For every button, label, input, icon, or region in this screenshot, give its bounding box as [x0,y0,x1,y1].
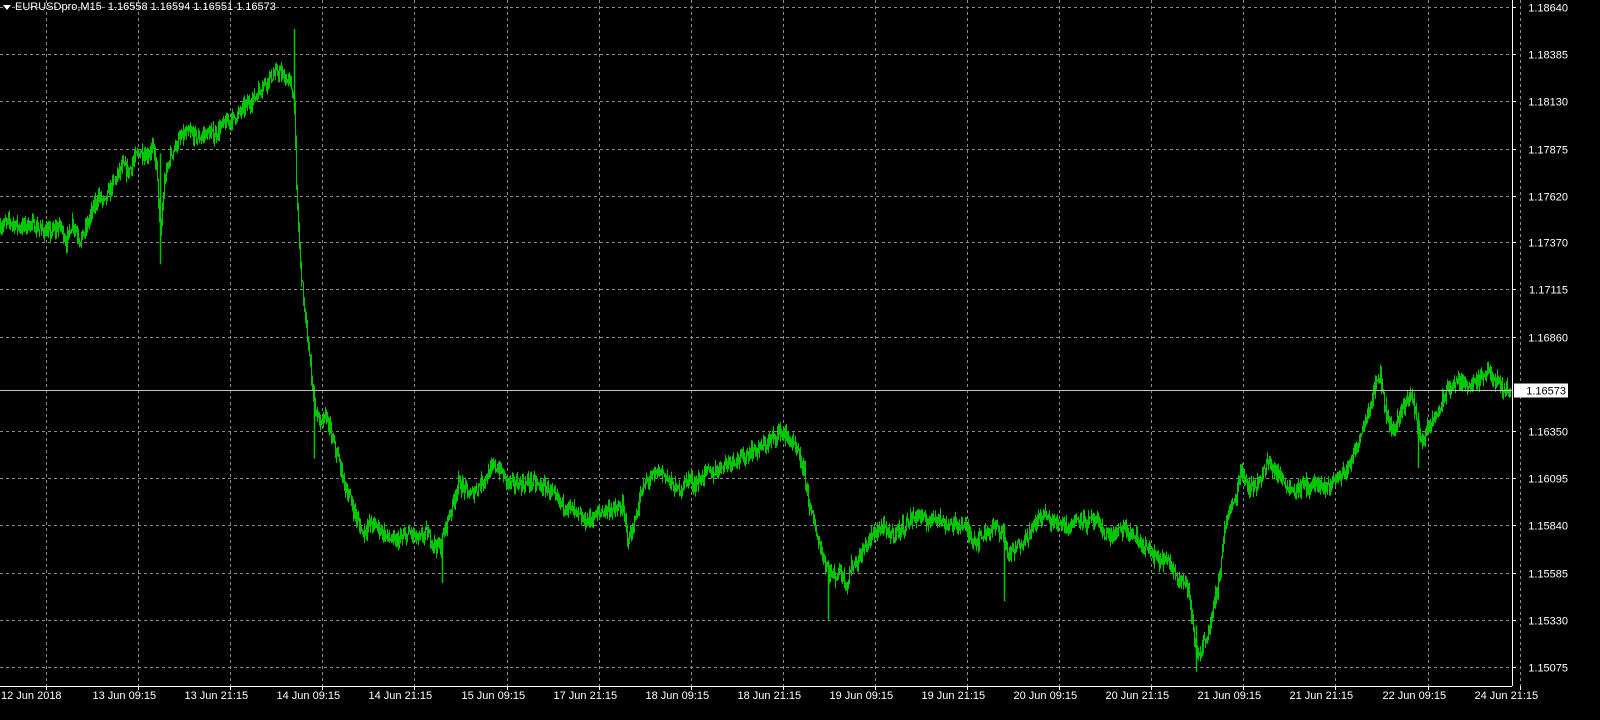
x-tick-label: 12 Jun 2018 [1,690,62,702]
x-tick-label: 22 Jun 09:15 [1383,690,1447,702]
open-price: 1.16558 [107,1,148,13]
y-tick-label: 1.17115 [1529,285,1568,297]
y-tick-label: 1.16860 [1528,333,1568,345]
chart-grid [0,0,1521,686]
y-tick-label: 1.16095 [1528,474,1568,486]
time-axis: 12 Jun 2018 13 Jun 09:15 13 Jun 21:15 14 Ju… [0,686,1538,702]
y-tick-label: 1.18640 [1528,3,1568,15]
x-tick-label: 14 Jun 09:15 [277,690,341,702]
y-tick-label: 1.15075 [1528,663,1568,675]
x-tick-label: 20 Jun 09:15 [1014,690,1078,702]
x-tick-label: 21 Jun 09:15 [1198,690,1262,702]
x-tick-label: 21 Jun 21:15 [1290,690,1354,702]
y-tick-label: 1.15840 [1528,521,1568,533]
x-tick-label: 14 Jun 21:15 [369,690,433,702]
chart-window[interactable]: 1.18640 1.18385 1.18130 1.17875 1.17620 1.173… [0,0,1600,720]
y-tick-label: 1.18130 [1528,97,1568,109]
x-tick-label: 13 Jun 09:15 [93,690,157,702]
y-tick-label: 1.17620 [1528,192,1568,204]
close-price: 1.16573 [236,1,276,13]
chart-header: EURUSDpro,M15 1.16558 1.16594 1.16551 1.… [3,1,276,13]
y-tick-label: 1.15585 [1528,569,1568,581]
x-tick-label: 18 Jun 21:15 [738,690,802,702]
x-tick-label: 15 Jun 09:15 [462,690,526,702]
x-tick-label: 20 Jun 21:15 [1106,690,1170,702]
y-tick-label: 1.17875 [1528,145,1568,157]
symbol-timeframe: EURUSDpro,M15 [15,1,102,13]
x-tick-label: 19 Jun 21:15 [922,690,986,702]
current-price-label: 1.16573 [1526,386,1566,398]
y-tick-label: 1.18385 [1528,50,1568,62]
x-tick-label: 17 Jun 21:15 [554,690,618,702]
low-price: 1.16551 [193,1,234,13]
x-tick-label: 19 Jun 09:15 [830,690,894,702]
price-chart[interactable]: 1.18640 1.18385 1.18130 1.17875 1.17620 1.173… [0,0,1600,720]
y-tick-label: 1.16350 [1528,427,1568,439]
x-tick-label: 13 Jun 21:15 [185,690,249,702]
x-tick-label: 24 Jun 21:15 [1475,690,1539,702]
price-bars [0,29,1511,672]
high-price: 1.16594 [150,1,191,13]
chart-menu-triangle-icon[interactable] [3,4,11,10]
y-tick-label: 1.15330 [1528,616,1568,628]
y-tick-label: 1.17370 [1528,238,1568,250]
x-tick-label: 18 Jun 09:15 [646,690,710,702]
